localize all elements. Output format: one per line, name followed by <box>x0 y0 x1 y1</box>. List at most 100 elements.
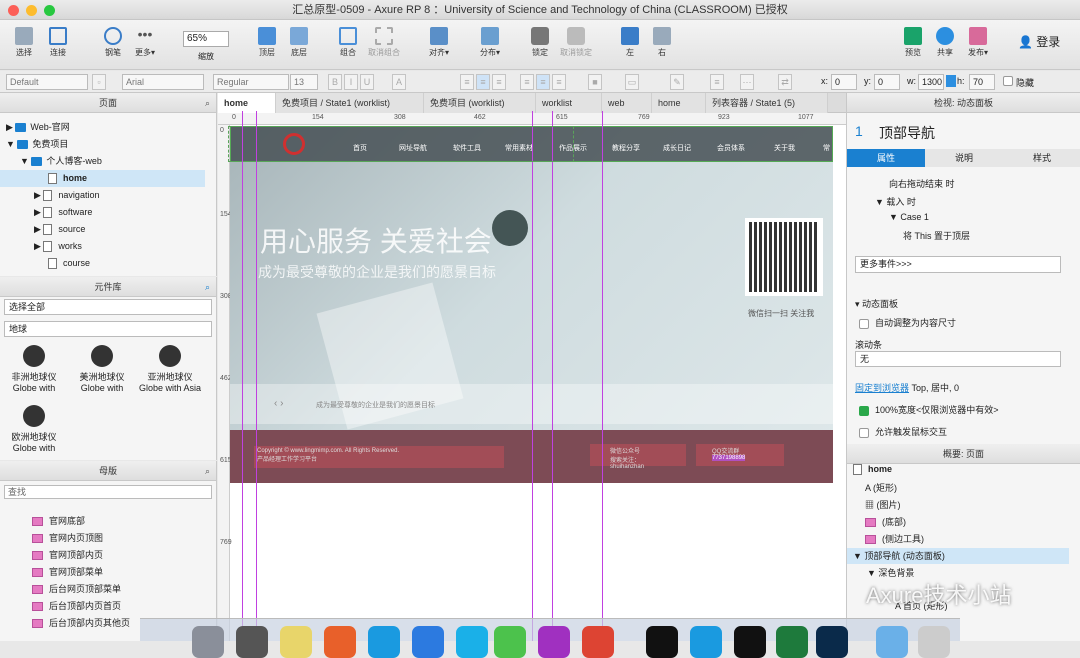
wechat-icon[interactable] <box>494 626 526 658</box>
system-icon[interactable] <box>236 626 268 658</box>
preview-button[interactable]: 预览 <box>895 25 931 58</box>
zoom-window-icon[interactable] <box>44 5 55 16</box>
master-item[interactable]: 官网顶部菜单 <box>0 564 205 581</box>
qq-icon[interactable] <box>734 626 766 658</box>
link-size-icon[interactable] <box>946 75 956 87</box>
font-select[interactable]: Arial <box>122 74 204 90</box>
valign-bottom[interactable]: ≡ <box>552 74 566 90</box>
group-button[interactable]: 组合 <box>330 25 366 58</box>
lock-button[interactable]: 锁定 <box>522 25 558 58</box>
y-input[interactable]: 0 <box>874 74 900 90</box>
tab-free-worklist[interactable]: 免费项目 (worklist) <box>424 93 536 113</box>
width-input[interactable]: 1300 <box>918 74 944 90</box>
library-item[interactable]: 亚洲地球仪 Globe with Asia <box>136 345 204 393</box>
height-input[interactable]: 70 <box>969 74 995 90</box>
tab-list-container[interactable]: 列表容器 / State1 (5) <box>706 93 828 113</box>
pin-to-browser[interactable]: 固定到浏览器 Top, 居中, 0 <box>855 381 1080 394</box>
carousel-arrows[interactable]: ‹ › <box>274 398 283 409</box>
underline-button[interactable]: U <box>360 74 374 90</box>
tab-properties[interactable]: 属性 <box>847 149 925 167</box>
valign-middle[interactable]: ≡ <box>536 74 550 90</box>
left-button[interactable]: 左 <box>612 25 648 58</box>
style-select[interactable]: Default <box>6 74 88 90</box>
outline-item-home[interactable]: home <box>853 464 1080 476</box>
tree-item-home[interactable]: home <box>0 170 205 187</box>
weight-select[interactable]: Regular <box>213 74 289 90</box>
chrome-icon[interactable] <box>582 626 614 658</box>
section-dynamic-panel[interactable]: ▾ 动态面板 <box>855 297 1080 310</box>
tree-item-source[interactable]: ▶ source <box>0 221 205 238</box>
event-drag-right[interactable]: 向右拖动结束 时 <box>889 177 1080 190</box>
line-width-button[interactable]: ≡ <box>710 74 724 90</box>
trash-icon[interactable] <box>918 626 950 658</box>
bold-button[interactable]: B <box>328 74 342 90</box>
line-color-button[interactable]: ✎ <box>670 74 684 90</box>
outline-item-rect[interactable]: A (矩形) <box>865 481 1080 494</box>
align-left-text[interactable]: ≡ <box>460 74 474 90</box>
tree-item-web[interactable]: ▶ Web-官网 <box>0 119 205 136</box>
finder-icon[interactable] <box>192 626 224 658</box>
align-button[interactable]: 对齐▾ <box>421 25 457 58</box>
search-icon[interactable]: ⌕ <box>205 461 210 481</box>
notes-icon[interactable] <box>280 626 312 658</box>
tree-item-works[interactable]: ▶ works <box>0 238 205 255</box>
outline-item-sidetool[interactable]: (侧边工具) <box>865 532 1080 545</box>
hide-checkbox[interactable] <box>1003 76 1013 86</box>
master-item[interactable]: 后台网页顶部菜单 <box>0 581 205 598</box>
font-size-select[interactable]: 13 <box>290 74 318 90</box>
line-style-button[interactable]: ⋯ <box>740 74 754 90</box>
valign-top[interactable]: ≡ <box>520 74 534 90</box>
fill-color-button[interactable]: ■ <box>588 74 602 90</box>
widget-name[interactable]: 顶部导航 <box>879 123 935 143</box>
photoshop-icon[interactable] <box>816 626 848 658</box>
masters-search-input[interactable]: 查找 <box>4 485 212 499</box>
action-bring-front[interactable]: 将 This 置于顶层 <box>903 229 1080 242</box>
tree-item-navigation[interactable]: ▶ navigation <box>0 187 205 204</box>
tree-item-software[interactable]: ▶ software <box>0 204 205 221</box>
more-tools[interactable]: ••• 更多▾ <box>127 25 163 58</box>
app-icon[interactable] <box>690 626 722 658</box>
more-events-select[interactable]: 更多事件>>> <box>855 256 1061 273</box>
scrollbar-select[interactable]: 无 <box>855 351 1061 367</box>
right-button[interactable]: 右 <box>644 25 680 58</box>
outline-item-image[interactable]: ▦ (图片) <box>865 498 1080 511</box>
master-item[interactable]: 后台顶部内页首页 <box>0 598 205 615</box>
safari-icon[interactable] <box>412 626 444 658</box>
event-onload[interactable]: ▼ 载入 时 <box>875 195 1080 208</box>
qq-icon[interactable] <box>646 626 678 658</box>
tab-free-state1[interactable]: 免费项目 / State1 (worklist) <box>276 93 424 113</box>
tree-item-course[interactable]: course <box>0 255 205 272</box>
send-back-button[interactable]: 底层 <box>281 25 317 58</box>
width-100-checkbox[interactable]: 100%宽度<仅限浏览器中有效> <box>859 403 1080 416</box>
publish-button[interactable]: 发布▾ <box>960 25 996 58</box>
tab-notes[interactable]: 说明 <box>925 149 1003 167</box>
search-icon[interactable]: ⌕ <box>205 93 210 113</box>
tab-home-2[interactable]: home <box>652 93 706 113</box>
case-1[interactable]: ▼ Case 1 <box>889 212 1080 222</box>
shadow-button[interactable]: ▭ <box>625 74 639 90</box>
tree-item-blog[interactable]: ▼ 个人博客-web <box>0 153 205 170</box>
firefox-icon[interactable] <box>324 626 356 658</box>
folder-icon[interactable] <box>876 626 908 658</box>
master-item[interactable]: 官网顶部内页 <box>0 547 205 564</box>
arrow-style-button[interactable]: ⇄ <box>778 74 792 90</box>
outline-item-topnav[interactable]: ▼ 顶部导航 (动态面板) <box>847 548 1069 564</box>
tab-web[interactable]: web <box>602 93 652 113</box>
align-right-text[interactable]: ≡ <box>492 74 506 90</box>
tree-item-free[interactable]: ▼ 免费项目 <box>0 136 205 153</box>
library-item[interactable]: 非洲地球仪 Globe with <box>6 345 62 393</box>
unlock-button[interactable]: 取消锁定 <box>558 25 594 58</box>
allow-touch-checkbox[interactable]: 允许触发鼠标交互 <box>859 425 1080 438</box>
login-button[interactable]: 👤 登录 <box>1018 33 1060 50</box>
outline-item-footer[interactable]: (底部) <box>865 515 1080 528</box>
close-window-icon[interactable] <box>8 5 19 16</box>
tab-style[interactable]: 样式 <box>1003 149 1080 167</box>
app-icon[interactable] <box>456 626 488 658</box>
minimize-window-icon[interactable] <box>26 5 37 16</box>
italic-button[interactable]: I <box>344 74 358 90</box>
excel-icon[interactable] <box>776 626 808 658</box>
tab-home[interactable]: home <box>218 93 276 113</box>
search-icon[interactable]: ⌕ <box>205 277 210 297</box>
align-center-text[interactable]: ≡ <box>476 74 490 90</box>
pen-tool[interactable]: 钢笔 <box>95 25 131 58</box>
